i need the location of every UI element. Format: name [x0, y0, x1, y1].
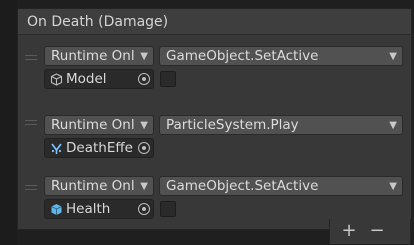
runtime-mode-dropdown[interactable]: Runtime Onl ▼ [44, 46, 154, 66]
remove-listener-button[interactable]: − [366, 220, 388, 242]
runtime-mode-label: Runtime Onl [51, 178, 135, 194]
runtime-mode-label: Runtime Onl [51, 48, 135, 64]
target-object-field[interactable]: Model [44, 69, 154, 89]
object-picker-icon[interactable] [138, 73, 150, 85]
object-picker-icon[interactable] [138, 203, 150, 215]
drag-handle-icon[interactable] [25, 185, 37, 191]
method-dropdown[interactable]: GameObject.SetActive ▼ [159, 176, 403, 196]
method-dropdown[interactable]: GameObject.SetActive ▼ [159, 46, 403, 66]
event-title: On Death (Damage) [18, 9, 411, 35]
listener-list: Runtime Onl ▼ GameObject.SetActive ▼ Mod… [19, 36, 410, 229]
chevron-down-icon: ▼ [389, 181, 397, 192]
method-label: GameObject.SetActive [166, 48, 319, 64]
drag-handle-icon[interactable] [25, 55, 37, 61]
inspector-margin [0, 0, 17, 245]
chevron-down-icon: ▼ [140, 51, 148, 62]
object-picker-icon[interactable] [138, 142, 150, 154]
target-object-field[interactable]: Health [44, 199, 154, 219]
method-label: ParticleSystem.Play [166, 117, 299, 133]
target-object-field[interactable]: DeathEffe [44, 138, 154, 158]
unity-event-panel: On Death (Damage) Runtime Onl ▼ GameObje… [17, 8, 412, 230]
method-label: GameObject.SetActive [166, 178, 319, 194]
particle-system-icon [51, 143, 62, 154]
argument-checkbox[interactable] [160, 71, 176, 87]
runtime-mode-dropdown[interactable]: Runtime Onl ▼ [44, 115, 154, 135]
argument-checkbox[interactable] [160, 201, 176, 217]
prefab-icon [51, 204, 62, 215]
target-object-label: Model [66, 71, 107, 87]
runtime-mode-label: Runtime Onl [51, 117, 135, 133]
chevron-down-icon: ▼ [389, 51, 397, 62]
drag-handle-icon[interactable] [25, 120, 37, 126]
add-listener-button[interactable]: + [338, 220, 360, 242]
listener-row: Runtime Onl ▼ GameObject.SetActive ▼ Mod… [19, 42, 410, 102]
listener-row: Runtime Onl ▼ ParticleSystem.Play ▼ Deat… [19, 107, 410, 167]
runtime-mode-dropdown[interactable]: Runtime Onl ▼ [44, 176, 154, 196]
list-footer: + − [329, 219, 411, 245]
target-object-label: DeathEffe [66, 140, 133, 156]
gameobject-icon [50, 73, 63, 86]
chevron-down-icon: ▼ [389, 120, 397, 131]
target-object-label: Health [66, 201, 111, 217]
chevron-down-icon: ▼ [140, 120, 148, 131]
method-dropdown[interactable]: ParticleSystem.Play ▼ [159, 115, 403, 135]
chevron-down-icon: ▼ [140, 181, 148, 192]
